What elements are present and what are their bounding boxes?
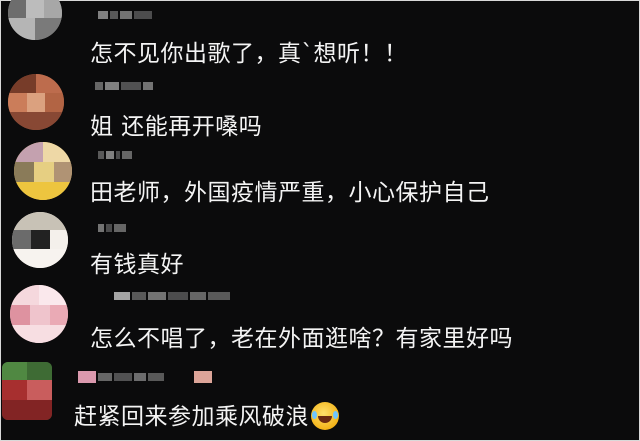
rolling-laughing-emoji-icon <box>311 402 339 430</box>
avatar-pixel <box>43 142 72 162</box>
avatar-pixel <box>8 93 27 112</box>
avatar-pixel <box>14 182 72 200</box>
avatar-pixel <box>8 112 64 130</box>
avatar-pixel <box>2 400 52 420</box>
comment-text: 有钱真好 <box>90 252 184 278</box>
avatar[interactable] <box>12 212 68 268</box>
avatar-pixel <box>10 305 30 325</box>
avatar-pixel <box>39 285 68 305</box>
avatar-pixel <box>8 0 26 18</box>
avatar-pixel <box>27 380 52 400</box>
avatar[interactable] <box>14 142 72 200</box>
username-pixelated[interactable] <box>98 221 126 235</box>
avatar[interactable] <box>2 362 52 420</box>
avatar-pixel <box>2 380 27 400</box>
avatar[interactable] <box>8 0 62 40</box>
avatar-pixel <box>14 162 34 182</box>
avatar-pixel <box>12 212 68 230</box>
avatar-pixel <box>50 230 68 249</box>
avatar-pixel <box>27 93 46 112</box>
avatar-pixel <box>35 18 62 40</box>
comment-text: 怎么不唱了，老在外面逛啥？有家里好吗 <box>90 326 513 352</box>
avatar-pixel <box>10 325 68 343</box>
username-pixelated[interactable] <box>78 370 212 384</box>
avatar-pixel <box>2 362 27 380</box>
avatar-pixel <box>36 74 64 93</box>
avatar-pixel <box>45 93 64 112</box>
comment-text-content: 赶紧回来参加乘风破浪 <box>74 404 309 430</box>
avatar-pixel <box>50 305 68 325</box>
comment-text: 赶紧回来参加乘风破浪 <box>74 402 339 431</box>
username-pixelated[interactable] <box>114 289 230 303</box>
avatar-pixel <box>26 0 44 18</box>
avatar-pixel <box>27 362 52 380</box>
avatar[interactable] <box>8 74 64 130</box>
avatar-pixel <box>8 18 35 40</box>
username-pixelated[interactable] <box>98 8 152 22</box>
comment-text: 姐 还能再开嗓吗 <box>90 114 263 140</box>
username-pixelated[interactable] <box>95 79 153 93</box>
avatar-pixel <box>31 230 50 249</box>
avatar-pixel <box>30 305 50 325</box>
comment-text: 田老师，外国疫情严重，小心保护自己 <box>90 180 490 206</box>
avatar[interactable] <box>10 285 68 343</box>
avatar-pixel <box>10 285 39 305</box>
avatar-pixel <box>54 162 72 182</box>
avatar-pixel <box>12 249 68 268</box>
avatar-pixel <box>44 0 62 18</box>
avatar-pixel <box>8 74 36 93</box>
avatar-pixel <box>34 162 54 182</box>
avatar-pixel <box>14 142 43 162</box>
avatar-pixel <box>12 230 31 249</box>
username-pixelated[interactable] <box>98 148 132 162</box>
comment-text: 怎不见你出歌了，真`想听！！ <box>90 41 408 67</box>
